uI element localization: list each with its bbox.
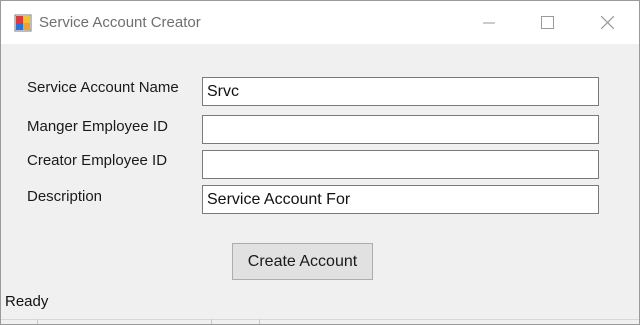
maximize-icon <box>540 16 554 29</box>
window-title: Service Account Creator <box>39 14 201 31</box>
creator-employee-id-label: Creator Employee ID <box>27 152 168 169</box>
manager-employee-id-field[interactable] <box>202 115 599 144</box>
close-button[interactable] <box>577 1 637 44</box>
description-field[interactable] <box>202 185 599 214</box>
manager-employee-id-label: Manger Employee ID <box>27 118 168 135</box>
creator-employee-id-field[interactable] <box>202 150 599 179</box>
maximize-button[interactable] <box>517 1 577 44</box>
minimize-icon <box>483 22 495 23</box>
service-account-name-label: Service Account Name <box>27 79 179 96</box>
status-bar-separator <box>259 319 260 324</box>
description-label: Description <box>27 188 103 205</box>
create-account-button[interactable]: Create Account <box>232 243 373 280</box>
title-bar[interactable]: Service Account Creator <box>1 1 639 44</box>
status-text: Ready <box>5 293 49 310</box>
status-bar-divider <box>1 319 639 320</box>
status-bar-separator <box>211 319 212 324</box>
app-window: Service Account Creator Service Account … <box>0 0 640 325</box>
status-bar-separator <box>37 319 38 324</box>
app-icon <box>14 14 32 32</box>
service-account-name-field[interactable] <box>202 77 599 106</box>
minimize-button[interactable] <box>459 1 519 44</box>
close-icon <box>600 16 614 29</box>
